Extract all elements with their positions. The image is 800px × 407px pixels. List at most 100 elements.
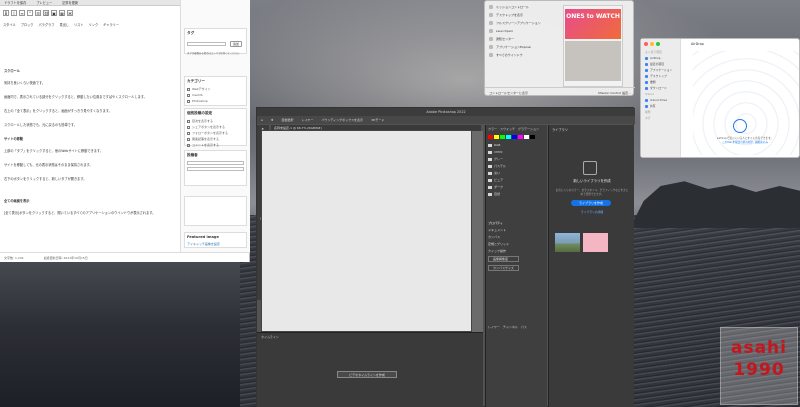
airdrop-visibility-link[interactable]: このMacを検出可能な相手: 連絡先のみ bbox=[701, 141, 789, 145]
properties-row[interactable]: クイック操作 bbox=[488, 249, 519, 253]
excerpt-box[interactable] bbox=[184, 196, 247, 226]
create-video-timeline-button[interactable]: ビデオタイムラインを作成 bbox=[337, 371, 397, 378]
swatch[interactable] bbox=[488, 135, 493, 139]
recent-swatches bbox=[486, 133, 547, 141]
toolbar-item[interactable]: ギャラリー bbox=[103, 22, 119, 27]
list-icon[interactable]: ≡ bbox=[19, 10, 25, 16]
table-icon[interactable]: ▦ bbox=[59, 10, 65, 16]
tab-color[interactable]: カラー bbox=[488, 127, 497, 131]
3d-mode-option[interactable]: 3Dモード bbox=[371, 118, 384, 122]
tab-layers[interactable]: レイヤー bbox=[488, 325, 500, 329]
mission-control-list: ミッションコントロール デスクトップを表示 フルスクリーンアプリケーション La… bbox=[485, 3, 563, 59]
library-thumbnail-landscape[interactable] bbox=[555, 233, 580, 252]
swatch-folder[interactable]: グレー bbox=[488, 157, 506, 161]
layer-select[interactable]: レイヤー bbox=[301, 118, 313, 122]
toolbar-item[interactable]: スタイル bbox=[3, 22, 16, 27]
toolbar-item[interactable]: リスト bbox=[74, 22, 84, 27]
libraries-title[interactable]: ライブラリ bbox=[552, 127, 568, 132]
editor-tab[interactable]: 記事を更新 bbox=[62, 0, 78, 5]
code-icon[interactable]: ⌘ bbox=[67, 10, 73, 16]
author-field[interactable] bbox=[187, 167, 244, 171]
cc-row[interactable]: すべてのウインドウ bbox=[485, 51, 563, 59]
content-heading: サイトの移動 bbox=[4, 137, 24, 141]
align-icon[interactable]: ☰ bbox=[35, 10, 41, 16]
setting-checkbox[interactable] bbox=[187, 125, 190, 129]
toolbar-item[interactable]: リンク bbox=[89, 22, 99, 27]
cc-row[interactable]: フルスクリーンアプリケーション bbox=[485, 19, 563, 27]
libraries-learn-link[interactable]: ライブラリの詳細 bbox=[563, 210, 621, 214]
swatch[interactable] bbox=[512, 135, 517, 139]
airdrop-description: AirDropで近くにいる人とすぐに共有できます。 このMacを検出可能な相手:… bbox=[701, 137, 789, 145]
toolbar-item[interactable]: パラグラフ bbox=[39, 22, 55, 27]
tab-swatches[interactable]: スウォッチ bbox=[500, 127, 515, 131]
fullscreen-icon bbox=[489, 21, 493, 25]
swatch-folder[interactable]: パステル bbox=[488, 164, 506, 168]
swatch-folder[interactable]: CMYK bbox=[488, 150, 506, 154]
set-featured-image-link[interactable]: アイキャッチ画像を設定 bbox=[185, 241, 246, 247]
bold-icon[interactable]: B bbox=[3, 10, 9, 16]
cc-settings-link[interactable]: Mission Control 設定... bbox=[598, 91, 631, 95]
swatch[interactable] bbox=[524, 135, 529, 139]
properties-row: ドキュメント bbox=[488, 228, 507, 232]
cc-row[interactable]: ミッションコントロール bbox=[485, 3, 563, 11]
library-thumbnail-pink[interactable] bbox=[583, 233, 608, 252]
cc-show-toggle[interactable]: コントロールセンターに表示 bbox=[489, 91, 528, 95]
cc-row[interactable]: Launchpad bbox=[485, 27, 563, 35]
cc-row[interactable]: アプリケーションExposé bbox=[485, 43, 563, 51]
link-icon[interactable]: ⛓ bbox=[43, 10, 49, 16]
author-select[interactable] bbox=[187, 161, 244, 165]
image-size-button[interactable]: 画像解像度 bbox=[488, 256, 519, 262]
properties-row[interactable]: 定規とグリッド bbox=[488, 242, 519, 246]
editor-tab[interactable]: プレビュー bbox=[36, 0, 52, 5]
cc-footer: コントロールセンターに表示 Mission Control 設定... bbox=[485, 87, 635, 97]
tab-paths[interactable]: パス bbox=[521, 325, 527, 329]
swatch-folder[interactable]: ピュア bbox=[488, 178, 506, 182]
setting-checkbox[interactable] bbox=[187, 119, 190, 123]
zoom-icon[interactable] bbox=[656, 42, 660, 46]
content-paragraph: 気持ち良いくらい快適です。 bbox=[4, 81, 46, 85]
swatch[interactable] bbox=[530, 135, 535, 139]
swatch[interactable] bbox=[500, 135, 505, 139]
move-tool-icon[interactable]: ✥ bbox=[271, 118, 274, 122]
swatch-folder[interactable]: 自然 bbox=[488, 192, 506, 196]
tab-channels[interactable]: チャンネル bbox=[503, 325, 518, 329]
image-icon[interactable]: ▣ bbox=[51, 10, 57, 16]
close-icon[interactable] bbox=[644, 42, 648, 46]
cc-row[interactable]: 通知センター bbox=[485, 35, 563, 43]
swatch[interactable] bbox=[506, 135, 511, 139]
category-checkbox[interactable] bbox=[187, 93, 190, 97]
add-tag-button[interactable]: 追加 bbox=[229, 41, 242, 47]
tab-timeline[interactable]: タイムライン bbox=[261, 335, 279, 339]
bounding-box-option[interactable]: バウンディングボックスを表示 bbox=[321, 118, 363, 122]
tag-input[interactable] bbox=[187, 42, 226, 46]
category-title: カテゴリー bbox=[187, 79, 205, 83]
toolbar-item[interactable]: ブロック bbox=[21, 22, 34, 27]
swatch-folder[interactable]: 淡い bbox=[488, 171, 506, 175]
auto-select-option[interactable]: 自動選択 bbox=[281, 118, 293, 122]
swatch-folder[interactable]: ダーク bbox=[488, 185, 506, 189]
properties-row[interactable]: カンバス bbox=[488, 235, 519, 239]
editor-content[interactable]: スクロール 気持ち良いくらい快適です。 画面内で、表示されている部分をクリックす… bbox=[4, 60, 176, 250]
swatch[interactable] bbox=[494, 135, 499, 139]
tab-gradients[interactable]: グラデーション bbox=[518, 127, 539, 131]
swatch[interactable] bbox=[518, 135, 523, 139]
toolbar-item[interactable]: 見出し bbox=[59, 22, 69, 27]
category-checkbox[interactable] bbox=[187, 99, 190, 103]
canvas-size-button[interactable]: カンバスサイズ bbox=[488, 265, 519, 271]
category-checkbox[interactable] bbox=[187, 87, 190, 91]
setting-checkbox[interactable] bbox=[187, 143, 190, 147]
italic-icon[interactable]: I bbox=[11, 10, 17, 16]
editor-tab[interactable]: ドラフトを保存 bbox=[4, 0, 26, 5]
setting-checkbox[interactable] bbox=[187, 131, 190, 135]
tags-hint: タグが複数ある場合はコンマで区切ってください bbox=[187, 52, 240, 55]
swatch-folder[interactable]: RGB bbox=[488, 143, 506, 147]
home-icon[interactable]: ⌂ bbox=[261, 118, 263, 122]
layers-tabs: レイヤー チャンネル パス bbox=[488, 325, 527, 329]
quote-icon[interactable]: “ bbox=[27, 10, 33, 16]
cc-row[interactable]: デスクトップを表示 bbox=[485, 11, 563, 19]
minimize-icon[interactable] bbox=[650, 42, 654, 46]
document-canvas[interactable] bbox=[261, 130, 472, 332]
finder-title: AirDrop bbox=[691, 42, 704, 46]
setting-checkbox[interactable] bbox=[187, 137, 190, 141]
create-library-button[interactable]: ライブラリを作成 bbox=[571, 200, 611, 206]
